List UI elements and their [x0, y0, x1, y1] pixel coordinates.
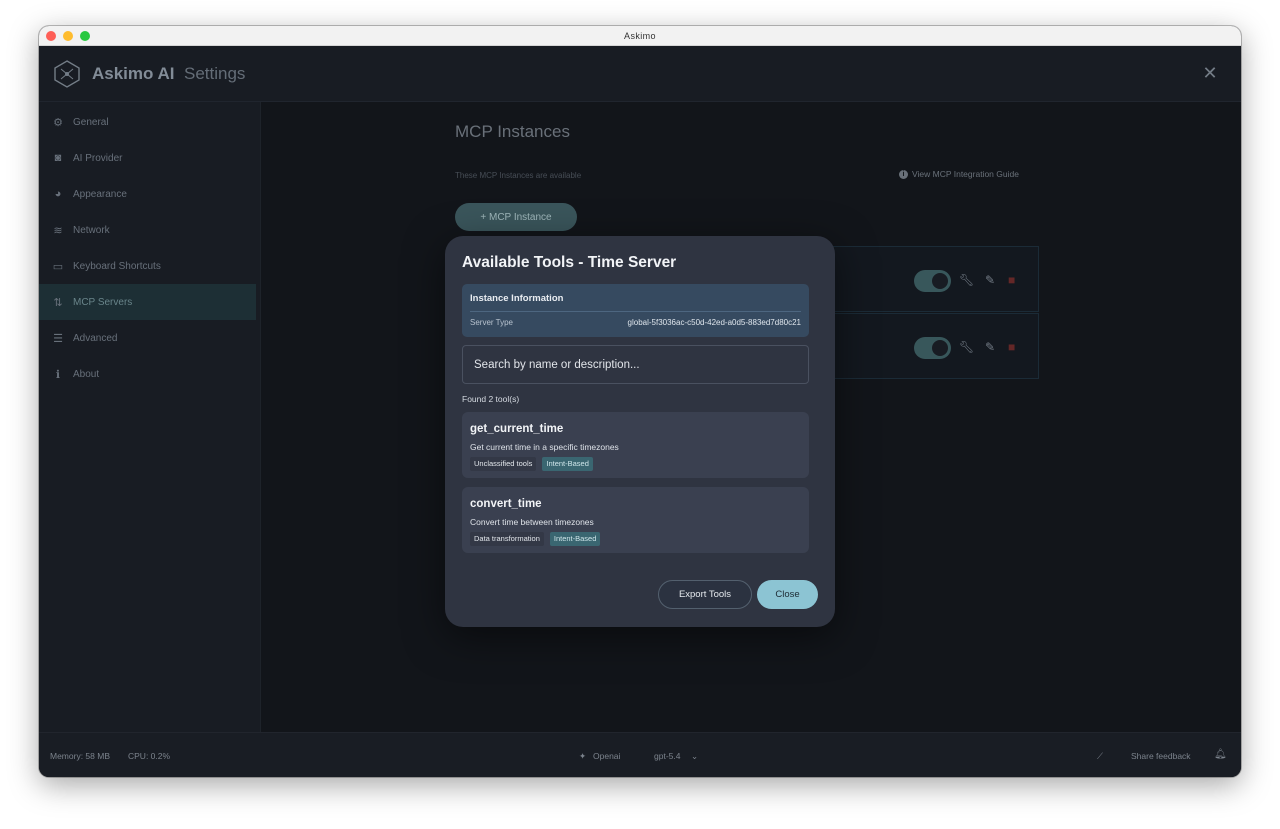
app-body: Askimo AI Settings ✕ ⚙ General ◙ AI Prov… [39, 46, 1241, 777]
export-tools-button[interactable]: Export Tools [658, 580, 752, 609]
info-panel-title: Instance Information [470, 293, 564, 304]
app-window: Askimo Askimo AI Settings ✕ ⚙ General ◙ [39, 26, 1241, 777]
available-tools-dialog: Available Tools - Time Server Instance I… [445, 236, 835, 627]
close-button[interactable]: Close [757, 580, 818, 609]
server-type-label: Server Type [470, 318, 513, 327]
divider [470, 311, 801, 312]
category-badge: Data transformation [470, 532, 544, 546]
maximize-window-button[interactable] [80, 31, 90, 41]
window-controls [46, 31, 90, 41]
tool-name: get_current_time [470, 423, 564, 435]
dialog-title: Available Tools - Time Server [462, 254, 677, 271]
category-badge: Unclassified tools [470, 457, 537, 471]
intent-badge: Intent-Based [549, 532, 601, 546]
tool-tags: Data transformation Intent-Based [470, 532, 601, 546]
titlebar: Askimo [39, 26, 1241, 46]
tool-tags: Unclassified tools Intent-Based [470, 457, 593, 471]
minimize-window-button[interactable] [63, 31, 73, 41]
tool-name: convert_time [470, 498, 542, 510]
instance-information-panel: Instance Information Server Type global-… [462, 284, 809, 337]
tool-search-input[interactable] [462, 345, 809, 384]
tool-card[interactable]: convert_time Convert time between timezo… [462, 487, 809, 553]
tool-description: Get current time in a specific timezones [470, 442, 619, 452]
found-count: Found 2 tool(s) [462, 394, 520, 404]
server-type-value: global-5f3036ac-c50d-42ed-a0d5-883ed7d80… [627, 318, 801, 327]
tool-card[interactable]: get_current_time Get current time in a s… [462, 412, 809, 478]
window-title: Askimo [624, 30, 656, 41]
tool-description: Convert time between timezones [470, 517, 594, 527]
close-window-button[interactable] [46, 31, 56, 41]
intent-badge: Intent-Based [542, 457, 593, 471]
